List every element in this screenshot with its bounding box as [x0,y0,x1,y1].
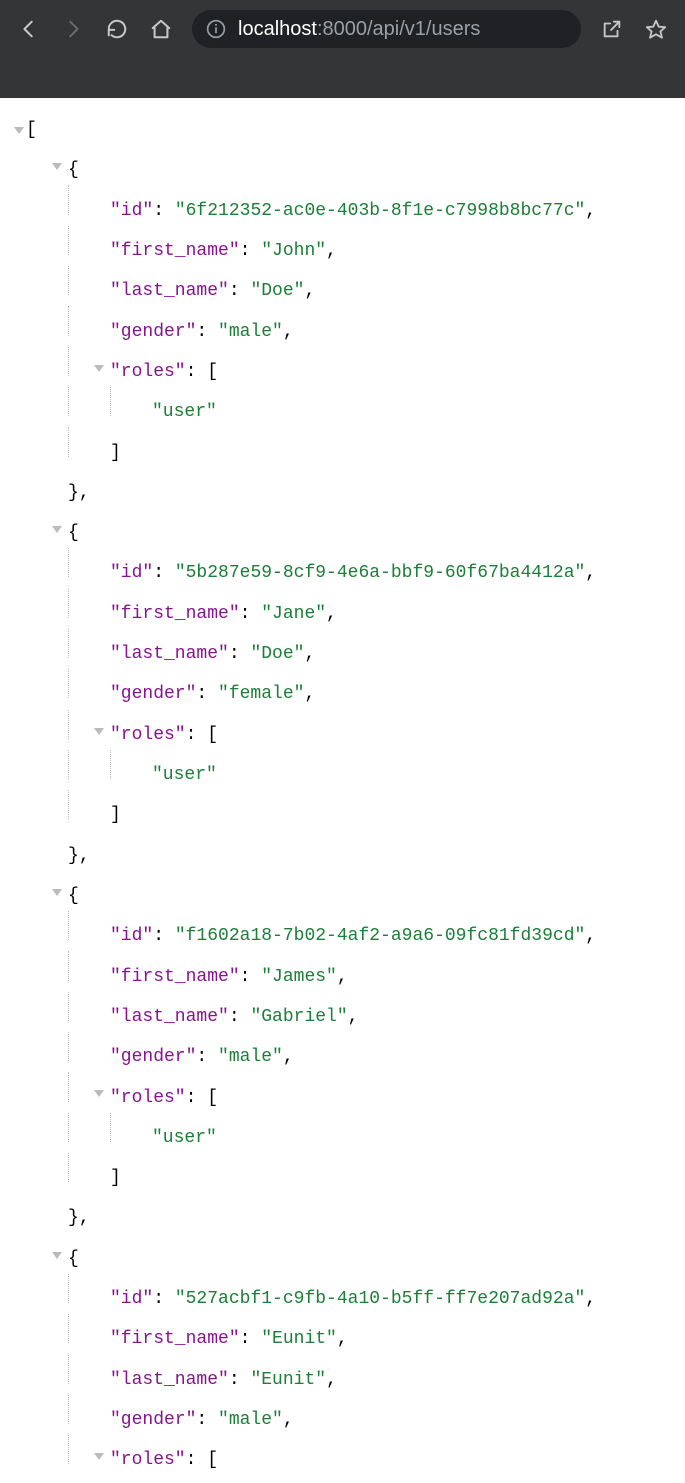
collapse-toggle-icon[interactable] [94,1453,104,1460]
collapse-toggle-icon[interactable] [52,526,62,533]
collapse-toggle-icon[interactable] [14,127,24,134]
json-line: { [8,508,677,548]
collapse-toggle-icon[interactable] [52,163,62,170]
collapse-toggle-icon[interactable] [94,1090,104,1097]
reload-button[interactable] [98,10,136,48]
browser-toolbar: localhost:8000/api/v1/users [0,0,685,58]
json-line: "gender": "male", [8,1395,677,1435]
json-line: "last_name": "Doe", [8,629,677,669]
toolbar-spacer [0,58,685,98]
json-line: "first_name": "John", [8,226,677,266]
site-info-icon[interactable] [206,19,226,39]
collapse-toggle-icon[interactable] [94,728,104,735]
json-line: "roles": [ [8,710,677,750]
json-line: }, [8,468,677,508]
json-line: "user" [8,750,677,790]
collapse-toggle-icon[interactable] [94,365,104,372]
json-line: "gender": "female", [8,669,677,709]
json-line: "last_name": "Gabriel", [8,992,677,1032]
json-line: "id": "f1602a18-7b02-4af2-a9a6-09fc81fd3… [8,911,677,951]
url-bar[interactable]: localhost:8000/api/v1/users [192,10,581,48]
url-text: localhost:8000/api/v1/users [238,18,480,41]
json-line: "roles": [ [8,1072,677,1112]
json-line: "gender": "male", [8,306,677,346]
share-button[interactable] [593,10,631,48]
json-line: { [8,145,677,185]
bookmark-button[interactable] [637,10,675,48]
forward-button[interactable] [54,10,92,48]
json-line: [ [8,116,677,145]
json-line: "roles": [ [8,347,677,387]
json-line: ] [8,427,677,467]
json-viewer: [{"id": "6f212352-ac0e-403b-8f1e-c7998b8… [0,98,685,1483]
json-line: "user" [8,1113,677,1153]
json-line: }, [8,1193,677,1233]
json-line: { [8,871,677,911]
json-line: "first_name": "James", [8,951,677,991]
collapse-toggle-icon[interactable] [52,1252,62,1259]
json-line: "first_name": "Jane", [8,589,677,629]
url-host: localhost [238,18,317,40]
json-line: "gender": "male", [8,1032,677,1072]
back-button[interactable] [10,10,48,48]
json-line: "id": "5b287e59-8cf9-4e6a-bbf9-60f67ba44… [8,548,677,588]
json-line: ] [8,790,677,830]
url-path: :8000/api/v1/users [317,18,480,40]
json-line: ] [8,1153,677,1193]
json-line: "roles": [ [8,1435,677,1475]
json-line: { [8,1234,677,1274]
json-line: }, [8,830,677,870]
json-line: "id": "527acbf1-c9fb-4a10-b5ff-ff7e207ad… [8,1274,677,1314]
json-line: "last_name": "Doe", [8,266,677,306]
home-button[interactable] [142,10,180,48]
json-line: "last_name": "Eunit", [8,1355,677,1395]
json-line: "id": "6f212352-ac0e-403b-8f1e-c7998b8bc… [8,185,677,225]
json-line: "user" [8,387,677,427]
collapse-toggle-icon[interactable] [52,889,62,896]
json-line: "first_name": "Eunit", [8,1314,677,1354]
